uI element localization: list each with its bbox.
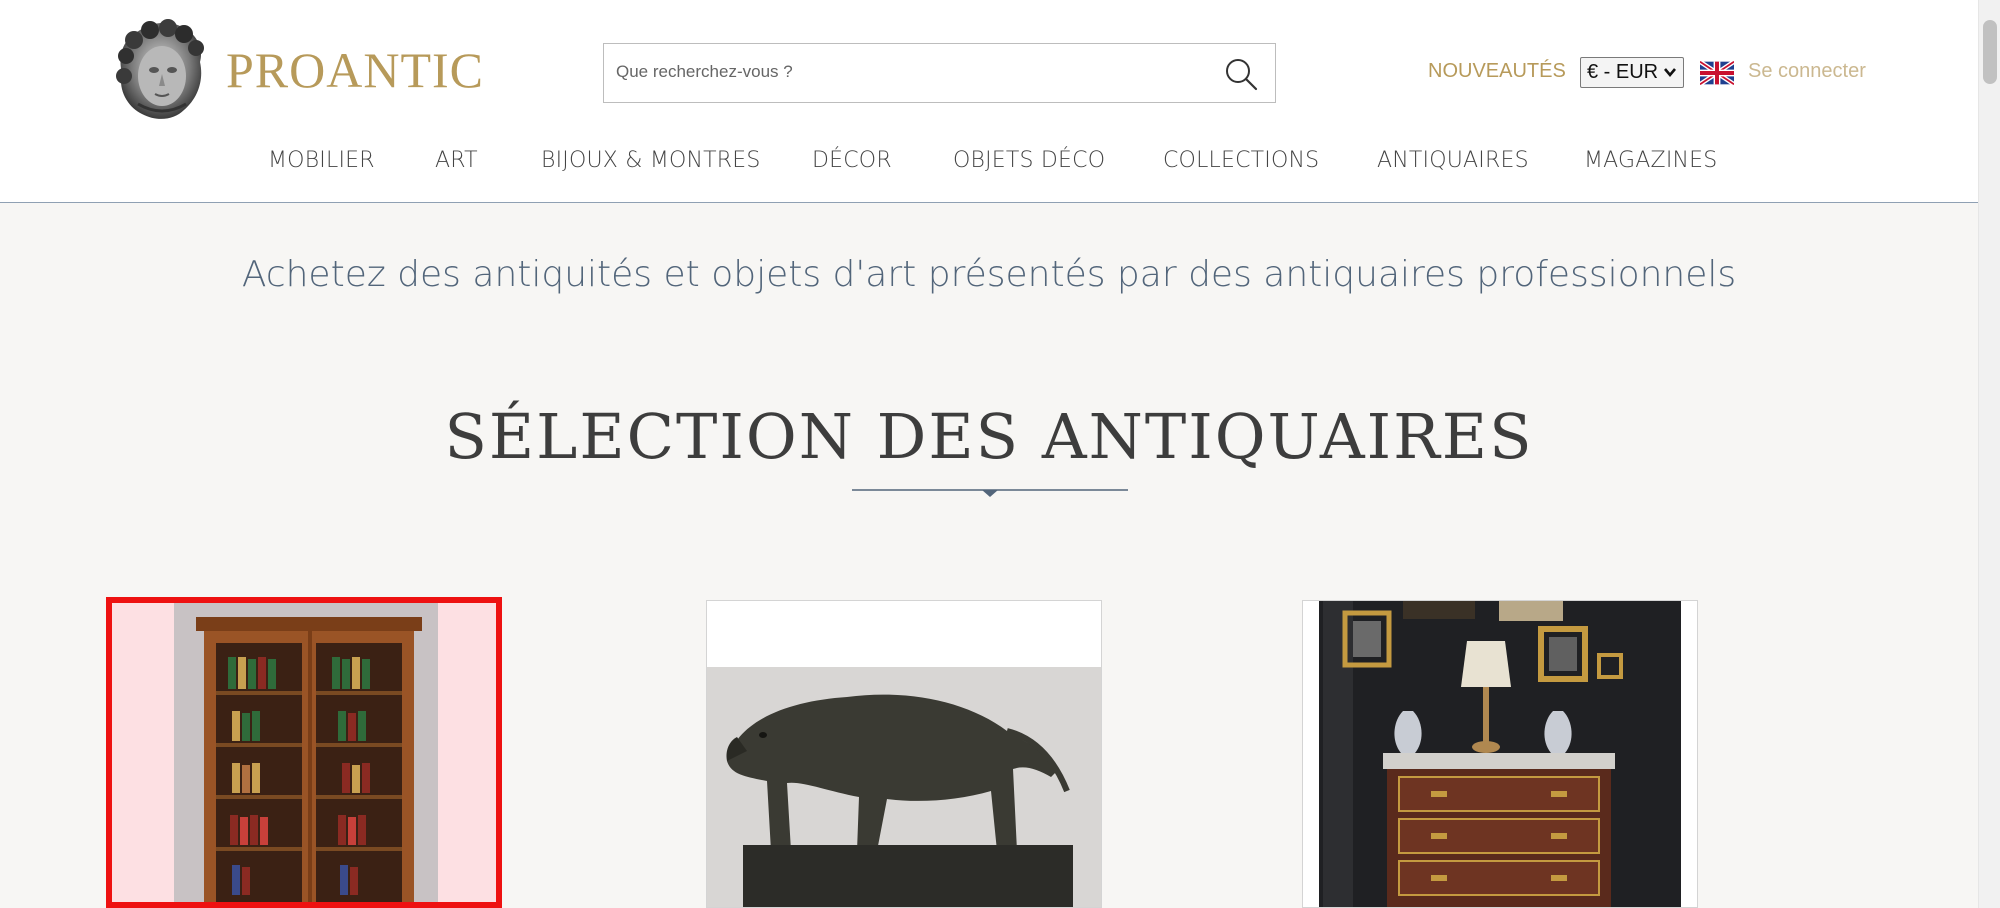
nav-item-objets-deco[interactable]: OBJETS DÉCO	[953, 148, 1105, 173]
section-title: SÉLECTION DES ANTIQUAIRES	[444, 400, 1534, 473]
login-link[interactable]: Se connecter	[1748, 60, 1866, 83]
nav-item-magazines[interactable]: MAGAZINES	[1584, 148, 1717, 173]
nav-item-art[interactable]: ART	[435, 148, 478, 173]
nav-item-collections[interactable]: COLLECTIONS	[1163, 148, 1319, 173]
bookcase-image	[112, 603, 496, 902]
product-card-bookcase[interactable]	[106, 597, 502, 908]
scrollbar-thumb[interactable]	[1983, 20, 1997, 84]
title-divider	[852, 489, 1128, 497]
main-nav: MOBILIER ART BIJOUX & MONTRES DÉCOR OBJE…	[0, 148, 1978, 178]
nav-item-decor[interactable]: DÉCOR	[812, 148, 892, 173]
product-card-boar-sculpture[interactable]	[706, 600, 1102, 908]
boar-sculpture-image	[707, 601, 1101, 907]
uk-flag-icon[interactable]	[1700, 61, 1734, 85]
product-card-commode[interactable]	[1302, 600, 1698, 908]
logo[interactable]: PROANTIC	[112, 18, 484, 122]
currency-value: € - EUR	[1587, 61, 1659, 83]
logo-head-icon	[116, 19, 204, 119]
search-icon[interactable]	[1223, 56, 1259, 92]
nav-item-mobilier[interactable]: MOBILIER	[268, 148, 375, 173]
logo-text: PROANTIC	[226, 42, 485, 98]
search-input[interactable]	[604, 44, 1194, 100]
nav-item-bijoux-montres[interactable]: BIJOUX & MONTRES	[541, 148, 761, 173]
commode-image	[1303, 601, 1697, 907]
site-header: PROANTIC NOUVEAUTÉS € - EUR Se connecter…	[0, 0, 1978, 203]
page-scrollbar[interactable]	[1978, 0, 2000, 908]
page-tagline: Achetez des antiquités et objets d'art p…	[241, 254, 1737, 295]
currency-select[interactable]: € - EUR	[1580, 57, 1684, 88]
nouveautes-link[interactable]: NOUVEAUTÉS	[1428, 60, 1566, 83]
search-box	[603, 43, 1276, 103]
nav-item-antiquaires[interactable]: ANTIQUAIRES	[1377, 148, 1529, 173]
chevron-down-icon	[1664, 68, 1676, 78]
